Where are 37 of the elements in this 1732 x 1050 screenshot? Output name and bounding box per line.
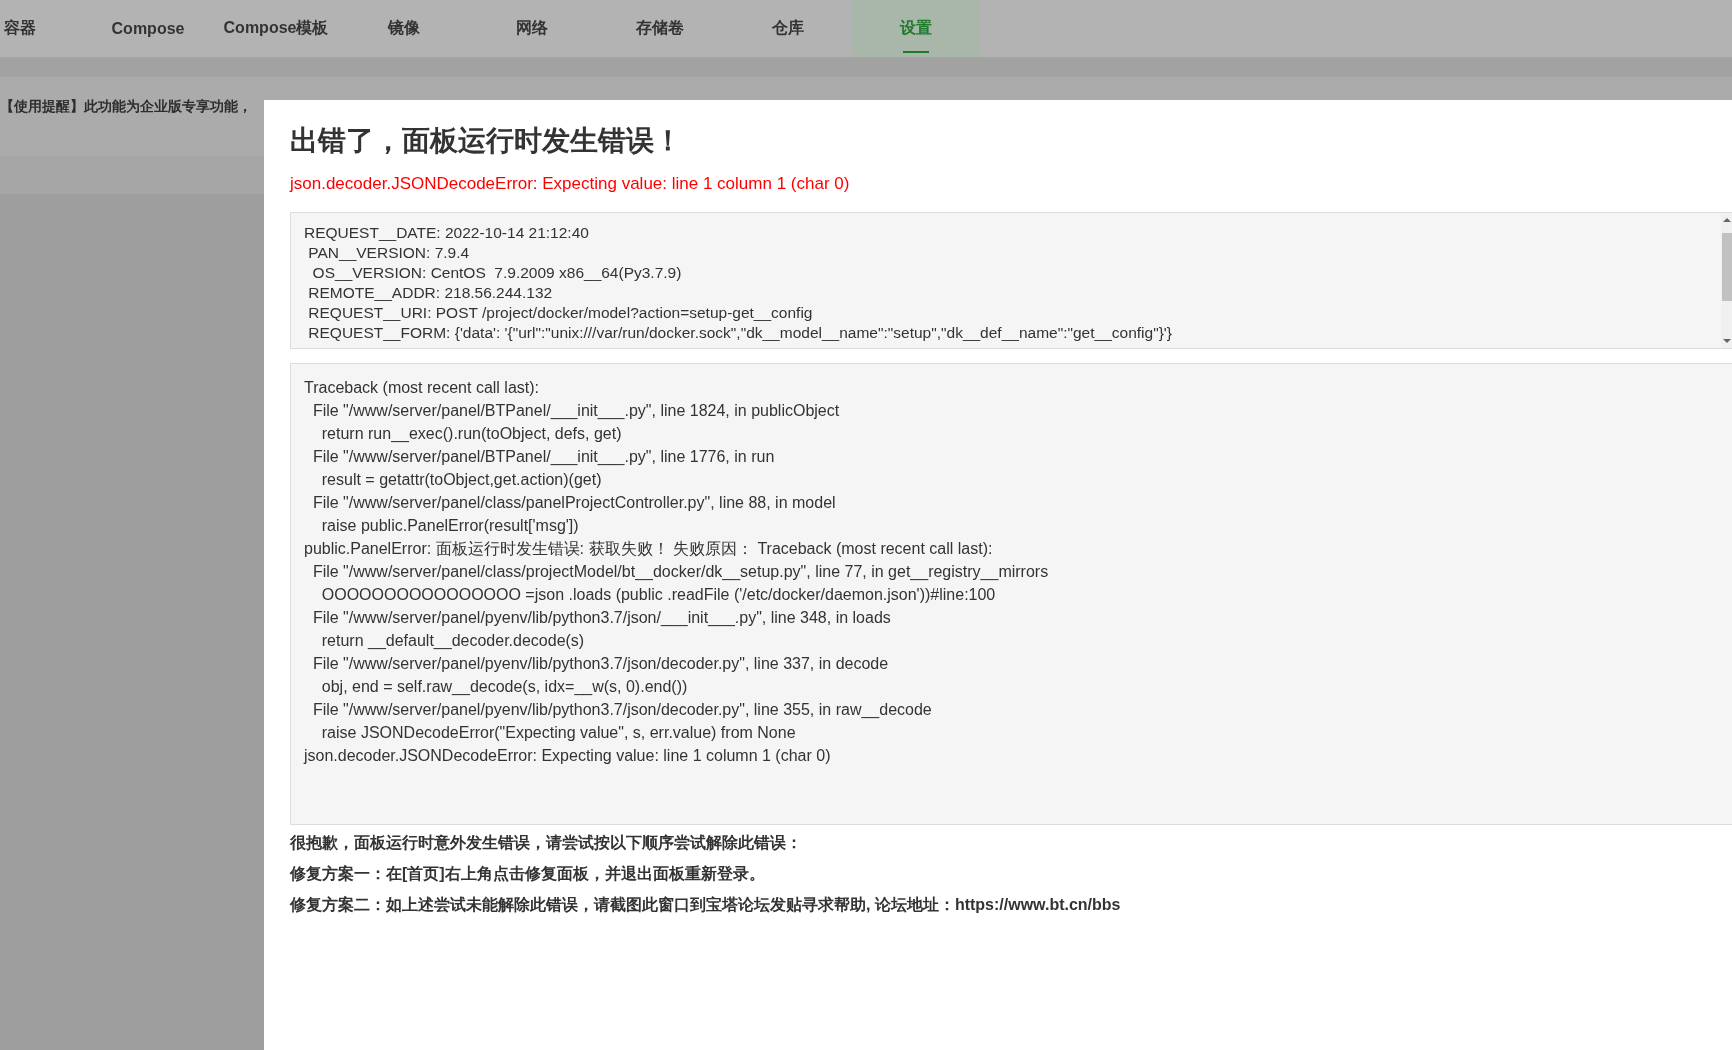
request-line: OS__VERSION: CentOS 7.9.2009 x86__64(Py3.7.9): [311, 263, 683, 283]
notice-text: 【使用提醒】此功能为企业版专享功能，: [0, 98, 252, 114]
traceback-line: OOOOOOOOOOOOOOOO =json .loads (public .readFile ('/etc/docker/daemon.json'))#line:100: [320, 585, 997, 605]
traceback-line: File "/www/server/panel/class/projectModel/bt__docker/dk__setup.py", line 77, in get__registry__mirrors: [311, 562, 1050, 583]
help-text: 修复方案一：在[首页]右上角点击修复面板，并退出面板重新登录。: [290, 864, 766, 884]
traceback-line: File "/www/server/panel/pyenv/lib/python3.7/json/decoder.py", line 337, in decode: [311, 654, 890, 674]
request-line: REMOTE__ADDR: 218.56.244.132: [307, 283, 554, 303]
request-line: PAN__VERSION: 7.9.4: [307, 243, 471, 263]
traceback-line: raise public.PanelError(result['msg']): [320, 516, 580, 536]
request-line: REQUEST__URI: POST /project/docker/model?action=setup-get__config: [307, 303, 814, 323]
traceback-line: obj, end = self.raw__decode(s, idx=__w(s, 0).end()): [320, 677, 689, 698]
traceback-line: raise JSONDecodeError("Expecting value", s, err.value) from None: [320, 723, 797, 743]
dialog-title: 出错了，面板运行时发生错误！: [290, 124, 683, 158]
tab[interactable]: 网络: [468, 0, 596, 57]
tab[interactable]: 存储卷: [596, 0, 724, 57]
traceback-line: result = getattr(toObject,get.action)(get): [320, 470, 603, 490]
traceback-line: public.PanelError: 面板运行时发生错误: 获取失败！ 失败原因： Traceback (most recent call last):: [304, 539, 994, 559]
tab[interactable]: Compose模板: [212, 0, 340, 57]
traceback-line: return run__exec().run(toObject, defs, get): [320, 424, 623, 445]
request-line: REQUEST__DATE: 2022-10-14 21:12:40: [304, 223, 590, 243]
traceback-line: File "/www/server/panel/BTPanel/___init___.py", line 1824, in publicObject: [311, 401, 841, 422]
request-line: REQUEST__FORM: {'data': '{"url":"unix:///var/run/docker.sock","dk__model__name":"setup","dk__def__name":"get__config"}'}: [307, 323, 1173, 343]
help-text: 修复方案二：如上述尝试未能解除此错误，请截图此窗口到宝塔论坛发贴寻求帮助, 论坛地址：https://www.bt.cn/bbs: [290, 895, 1122, 915]
traceback-line: Traceback (most recent call last):: [304, 378, 541, 398]
tab[interactable]: 容器: [0, 0, 84, 57]
traceback-line: json.decoder.JSONDecodeError: Expecting value: line 1 column 1 (char 0): [304, 746, 832, 766]
traceback-line: File "/www/server/panel/BTPanel/___init___.py", line 1776, in run: [311, 447, 776, 468]
scrollbar[interactable]: [1721, 213, 1732, 348]
traceback-line: File "/www/server/panel/pyenv/lib/python3.7/json/___init___.py", line 348, in loads: [311, 608, 892, 629]
tab[interactable]: Compose: [84, 0, 212, 57]
error-message: json.decoder.JSONDecodeError: Expecting value: line 1 column 1 (char 0): [290, 174, 851, 194]
help-text: 很抱歉，面板运行时意外发生错误，请尝试按以下顺序尝试解除此错误：: [290, 833, 803, 853]
traceback-line: File "/www/server/panel/class/panelProjectController.py", line 88, in model: [311, 493, 837, 513]
tab[interactable]: 仓库: [724, 0, 852, 57]
traceback-line: return __default__decoder.decode(s): [320, 631, 586, 652]
tab[interactable]: 镜像: [340, 0, 468, 57]
traceback-line: File "/www/server/panel/pyenv/lib/python3.7/json/decoder.py", line 355, in raw__decode: [311, 700, 933, 721]
